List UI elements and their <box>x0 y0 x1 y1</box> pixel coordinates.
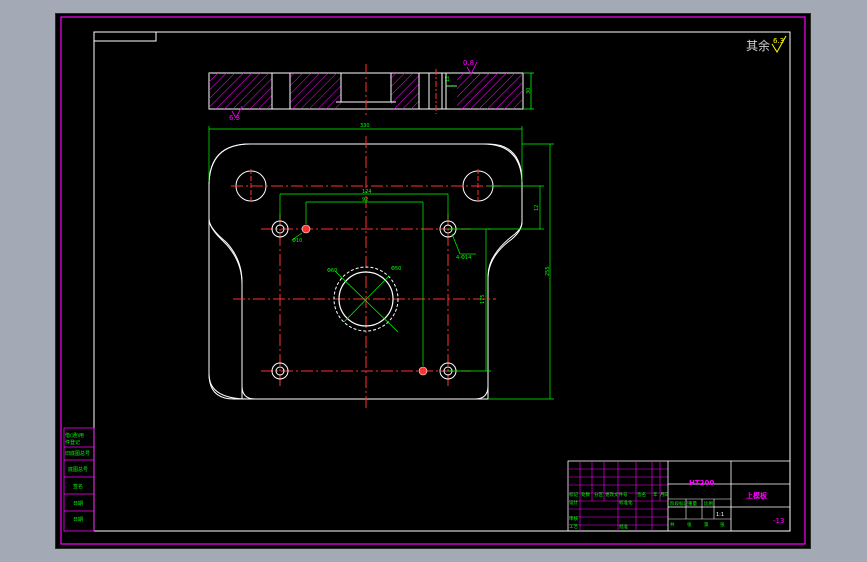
header-year: 年 <box>653 491 658 498</box>
section-hatch-4 <box>457 73 522 109</box>
role-standard: 标准化 <box>619 499 633 506</box>
cad-viewport[interactable]: 其余 6.3 30 12 0.8 6.3 330 124 92 12 255 1… <box>55 13 811 549</box>
title-material: HT200 <box>689 479 714 487</box>
left-table-row-7: 日期 <box>73 517 83 523</box>
left-side-table: 借(通)用 件登记 旧底图总号 底图总号 签名 日期 日期 <box>63 427 95 532</box>
role-review: 审核 <box>569 515 578 522</box>
sheet-no-label: 第 <box>704 521 709 528</box>
left-table-row-1: 借(通)用 <box>65 432 84 439</box>
dimension-lines <box>208 126 554 400</box>
section-hatch-3 <box>391 73 419 109</box>
dim-pin-hole: 4-Φ14 <box>456 255 471 261</box>
title-part-name: 上模板 <box>746 491 768 500</box>
dim-offset-v: 12 <box>534 205 540 211</box>
surface-finish-label: 其余 <box>746 38 770 53</box>
section-hatch-1 <box>209 73 272 109</box>
section-slot-dim: 12 <box>445 76 451 82</box>
weight-label: 重量 <box>688 500 697 507</box>
sheet-total-unit: 张 <box>687 521 692 528</box>
header-change-doc: 更改文件号 <box>605 491 628 498</box>
dim-bolt-spacing: 124 <box>362 189 372 195</box>
dim-center-bore: Φ60 <box>327 268 337 274</box>
title-drawing-no: -13 <box>773 517 784 525</box>
role-process: 工艺 <box>569 524 578 530</box>
section-height-dim: 30 <box>526 88 532 94</box>
header-count: 处数 <box>581 491 590 498</box>
section-view: 30 12 0.8 6.3 <box>208 59 534 122</box>
surface-finish-note: 其余 6.3 <box>746 35 787 53</box>
header-day: 日 <box>664 492 669 498</box>
header-zone: 分区 <box>594 491 603 498</box>
header-sign: 签名 <box>637 491 646 498</box>
plan-view: 330 124 92 12 255 175 4-Φ14 Φ10 Φ60 Φ50 <box>208 123 554 409</box>
left-table-row-3: 旧底图总号 <box>65 450 90 457</box>
dim-bore-inner: Φ50 <box>391 266 401 272</box>
outer-frame <box>60 16 806 545</box>
role-design: 设计 <box>569 499 578 506</box>
sheet-total-label: 共 <box>670 521 675 528</box>
role-approve: 批准 <box>619 523 628 530</box>
corner-code-box <box>93 31 157 42</box>
bolt-hole-group <box>271 220 457 380</box>
cad-drawing-canvas: 其余 6.3 30 12 0.8 6.3 330 124 92 12 255 1… <box>60 16 806 545</box>
dim-overall-height: 255 <box>545 266 551 276</box>
left-table-row-5: 签名 <box>73 483 83 490</box>
left-table-row-6: 日期 <box>73 501 83 507</box>
stage-mark-label: 阶段标记 <box>670 500 688 507</box>
dowel-pin-top <box>301 224 311 234</box>
scale-label: 比例 <box>704 500 713 507</box>
title-scale: 1:1 <box>716 512 724 518</box>
dim-inner-spacing: 92 <box>362 197 368 203</box>
sheet-no-unit: 张 <box>720 521 725 528</box>
left-table-row-2: 件登记 <box>65 439 80 446</box>
dim-dowel-hole: Φ10 <box>292 238 302 244</box>
section-hatch-2 <box>290 73 341 109</box>
left-table-row-4: 底图总号 <box>68 466 88 473</box>
surface-finish-value: 6.3 <box>773 37 784 45</box>
title-block: HT200 上模板 -13 1:1 标记 处数 分区 更改文件号 签名 年 月 … <box>567 460 791 532</box>
dim-hole-pitch-v: 175 <box>480 294 486 304</box>
dowel-pin-bottom <box>418 366 428 376</box>
section-roughness-value: 0.8 <box>463 59 474 67</box>
header-mark: 标记 <box>569 491 578 498</box>
dim-overall-width: 330 <box>360 123 370 129</box>
